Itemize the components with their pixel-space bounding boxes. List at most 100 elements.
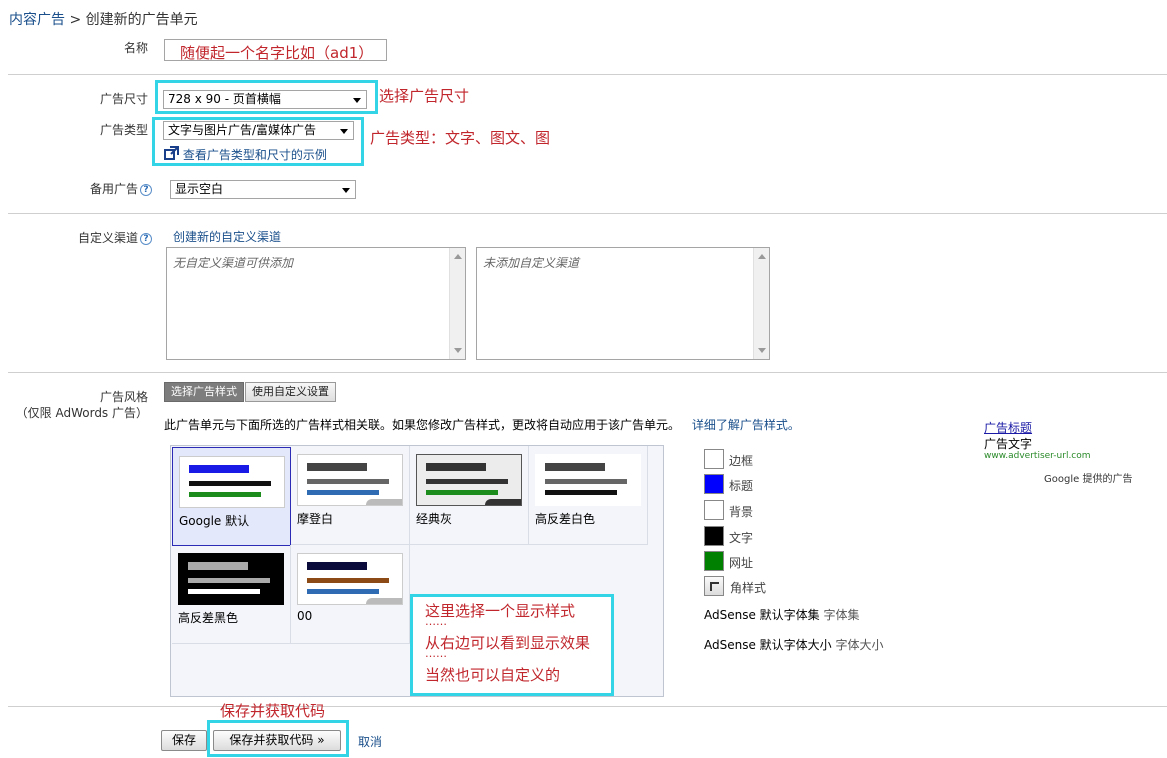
scroll-down-icon[interactable]	[758, 348, 766, 353]
corner-style-label: 角样式	[730, 581, 767, 595]
name-label: 名称	[123, 41, 148, 55]
style-option-high-contrast-black[interactable]: 高反差黑色	[172, 545, 291, 644]
style-option-00[interactable]: 00	[291, 545, 410, 644]
scroll-up-icon[interactable]	[758, 254, 766, 259]
backup-label: 备用广告?	[90, 180, 152, 197]
style-option-name: 高反差黑色	[178, 611, 239, 625]
save-button[interactable]: 保存	[161, 730, 207, 751]
backup-select-value: 显示空白	[175, 182, 224, 196]
tab-custom-settings[interactable]: 使用自定义设置	[245, 382, 336, 402]
preview-ad-title[interactable]: 广告标题	[984, 419, 1032, 436]
border-color-swatch[interactable]	[704, 449, 724, 469]
annotation-save: 保存并获取代码	[220, 702, 326, 720]
style-option-name: 摩登白	[297, 512, 334, 526]
corner-style-swatch[interactable]	[704, 576, 724, 596]
channel-label-text: 自定义渠道	[77, 231, 138, 245]
backup-select[interactable]: 显示空白	[170, 180, 356, 199]
size-select[interactable]: 728 x 90 - 页首横幅	[163, 90, 367, 109]
available-channels-list[interactable]: 无自定义渠道可供添加	[166, 247, 466, 360]
breadcrumb-link-content-ads[interactable]: 内容广告	[9, 12, 65, 28]
background-color-swatch[interactable]	[704, 500, 724, 520]
preview-ad-text: 广告文字	[984, 437, 1033, 451]
url-color-swatch[interactable]	[704, 551, 724, 571]
scrollbar[interactable]	[753, 248, 769, 359]
scroll-down-icon[interactable]	[454, 348, 462, 353]
style-option-name: 高反差白色	[535, 512, 596, 526]
font-family-setting[interactable]: AdSense 默认字体集 字体集	[704, 606, 860, 623]
annotation-size: 选择广告尺寸	[379, 87, 470, 105]
save-and-get-code-button[interactable]: 保存并获取代码 »	[213, 730, 341, 751]
type-select[interactable]: 文字与图片广告/富媒体广告	[163, 121, 354, 140]
style-sublabel: （仅限 AdWords 广告）	[15, 406, 148, 420]
annotation-style-line1: 这里选择一个显示样式	[425, 602, 576, 620]
added-channels-placeholder: 未添加自定义渠道	[483, 256, 580, 270]
style-description-text: 此广告单元与下面所选的广告样式相关联。如果您修改广告样式，更改将自动应用于该广告…	[164, 418, 681, 432]
backup-label-text: 备用广告	[89, 182, 138, 196]
style-preview-thumbnail	[535, 454, 641, 506]
breadcrumb-separator: >	[69, 12, 82, 28]
border-color-label: 边框	[729, 454, 754, 468]
text-color-label: 文字	[729, 531, 754, 545]
font-family-label: 字体集	[823, 608, 860, 622]
scroll-up-icon[interactable]	[454, 254, 462, 259]
type-examples-link[interactable]: 查看广告类型和尺寸的示例	[164, 146, 327, 163]
style-option-name: Google 默认	[179, 514, 250, 528]
type-label: 广告类型	[99, 123, 148, 137]
font-family-value: AdSense 默认字体集	[704, 608, 820, 622]
page-title: 创建新的广告单元	[85, 12, 198, 28]
url-color-label: 网址	[729, 556, 754, 570]
divider	[8, 213, 1167, 214]
font-size-setting[interactable]: AdSense 默认字体大小 字体大小	[704, 636, 884, 653]
annotation-style-dots1: ……	[425, 615, 447, 628]
style-preview-thumbnail	[178, 553, 284, 605]
chevron-down-icon	[340, 129, 348, 134]
name-input-value: 随便起一个名字比如（ad1）	[180, 44, 374, 62]
style-learn-more-link[interactable]: 详细了解广告样式。	[692, 418, 800, 432]
annotation-style-line3: 当然也可以自定义的	[425, 666, 561, 684]
annotation-type: 广告类型：文字、图文、图	[370, 129, 551, 147]
scrollbar[interactable]	[449, 248, 465, 359]
type-select-value: 文字与图片广告/富媒体广告	[168, 123, 317, 137]
style-label: 广告风格	[99, 390, 148, 404]
style-preview-thumbnail	[297, 553, 403, 605]
name-input[interactable]: 随便起一个名字比如（ad1）	[164, 39, 387, 62]
breadcrumb: 内容广告 > 创建新的广告单元	[9, 9, 198, 29]
preview-attribution: Google 提供的广告	[1044, 474, 1133, 485]
style-preview-thumbnail	[416, 454, 522, 506]
style-description: 此广告单元与下面所选的广告样式相关联。如果您修改广告样式，更改将自动应用于该广告…	[164, 416, 800, 433]
font-size-label: 字体大小	[835, 638, 884, 652]
style-option-classic-grey[interactable]: 经典灰	[410, 446, 529, 545]
title-color-label: 标题	[729, 479, 754, 493]
type-examples-link-label: 查看广告类型和尺寸的示例	[182, 148, 327, 162]
added-channels-list[interactable]: 未添加自定义渠道	[476, 247, 770, 360]
title-color-swatch[interactable]	[704, 474, 724, 494]
help-icon[interactable]: ?	[140, 233, 152, 245]
size-select-value: 728 x 90 - 页首横幅	[168, 92, 281, 106]
annotation-style-dots2: ……	[425, 647, 447, 660]
divider	[8, 706, 1167, 707]
chevron-down-icon	[353, 98, 361, 103]
preview-ad-url: www.advertiser-url.com	[984, 451, 1091, 461]
tab-select-style[interactable]: 选择广告样式	[164, 382, 244, 402]
style-option-name: 00	[297, 609, 313, 623]
cancel-link[interactable]: 取消	[358, 733, 382, 750]
external-link-icon	[164, 146, 179, 160]
background-color-label: 背景	[729, 505, 754, 519]
style-preview-thumbnail	[297, 454, 403, 506]
annotation-style-line2: 从右边可以看到显示效果	[425, 634, 591, 652]
chevron-down-icon	[342, 188, 350, 193]
corner-style-icon	[710, 582, 719, 591]
size-label: 广告尺寸	[99, 92, 148, 106]
divider	[8, 74, 1167, 75]
style-option-modern-white[interactable]: 摩登白	[291, 446, 410, 545]
help-icon[interactable]: ?	[140, 184, 152, 196]
font-size-value: AdSense 默认字体大小	[704, 638, 832, 652]
channel-label: 自定义渠道?	[78, 229, 152, 246]
style-option-name: 经典灰	[416, 512, 453, 526]
available-channels-placeholder: 无自定义渠道可供添加	[173, 256, 294, 270]
text-color-swatch[interactable]	[704, 526, 724, 546]
style-option-high-contrast-white[interactable]: 高反差白色	[529, 446, 648, 545]
create-channel-link[interactable]: 创建新的自定义渠道	[173, 228, 281, 245]
style-option-google-default[interactable]: Google 默认	[172, 447, 291, 546]
style-preview-thumbnail	[179, 456, 285, 508]
